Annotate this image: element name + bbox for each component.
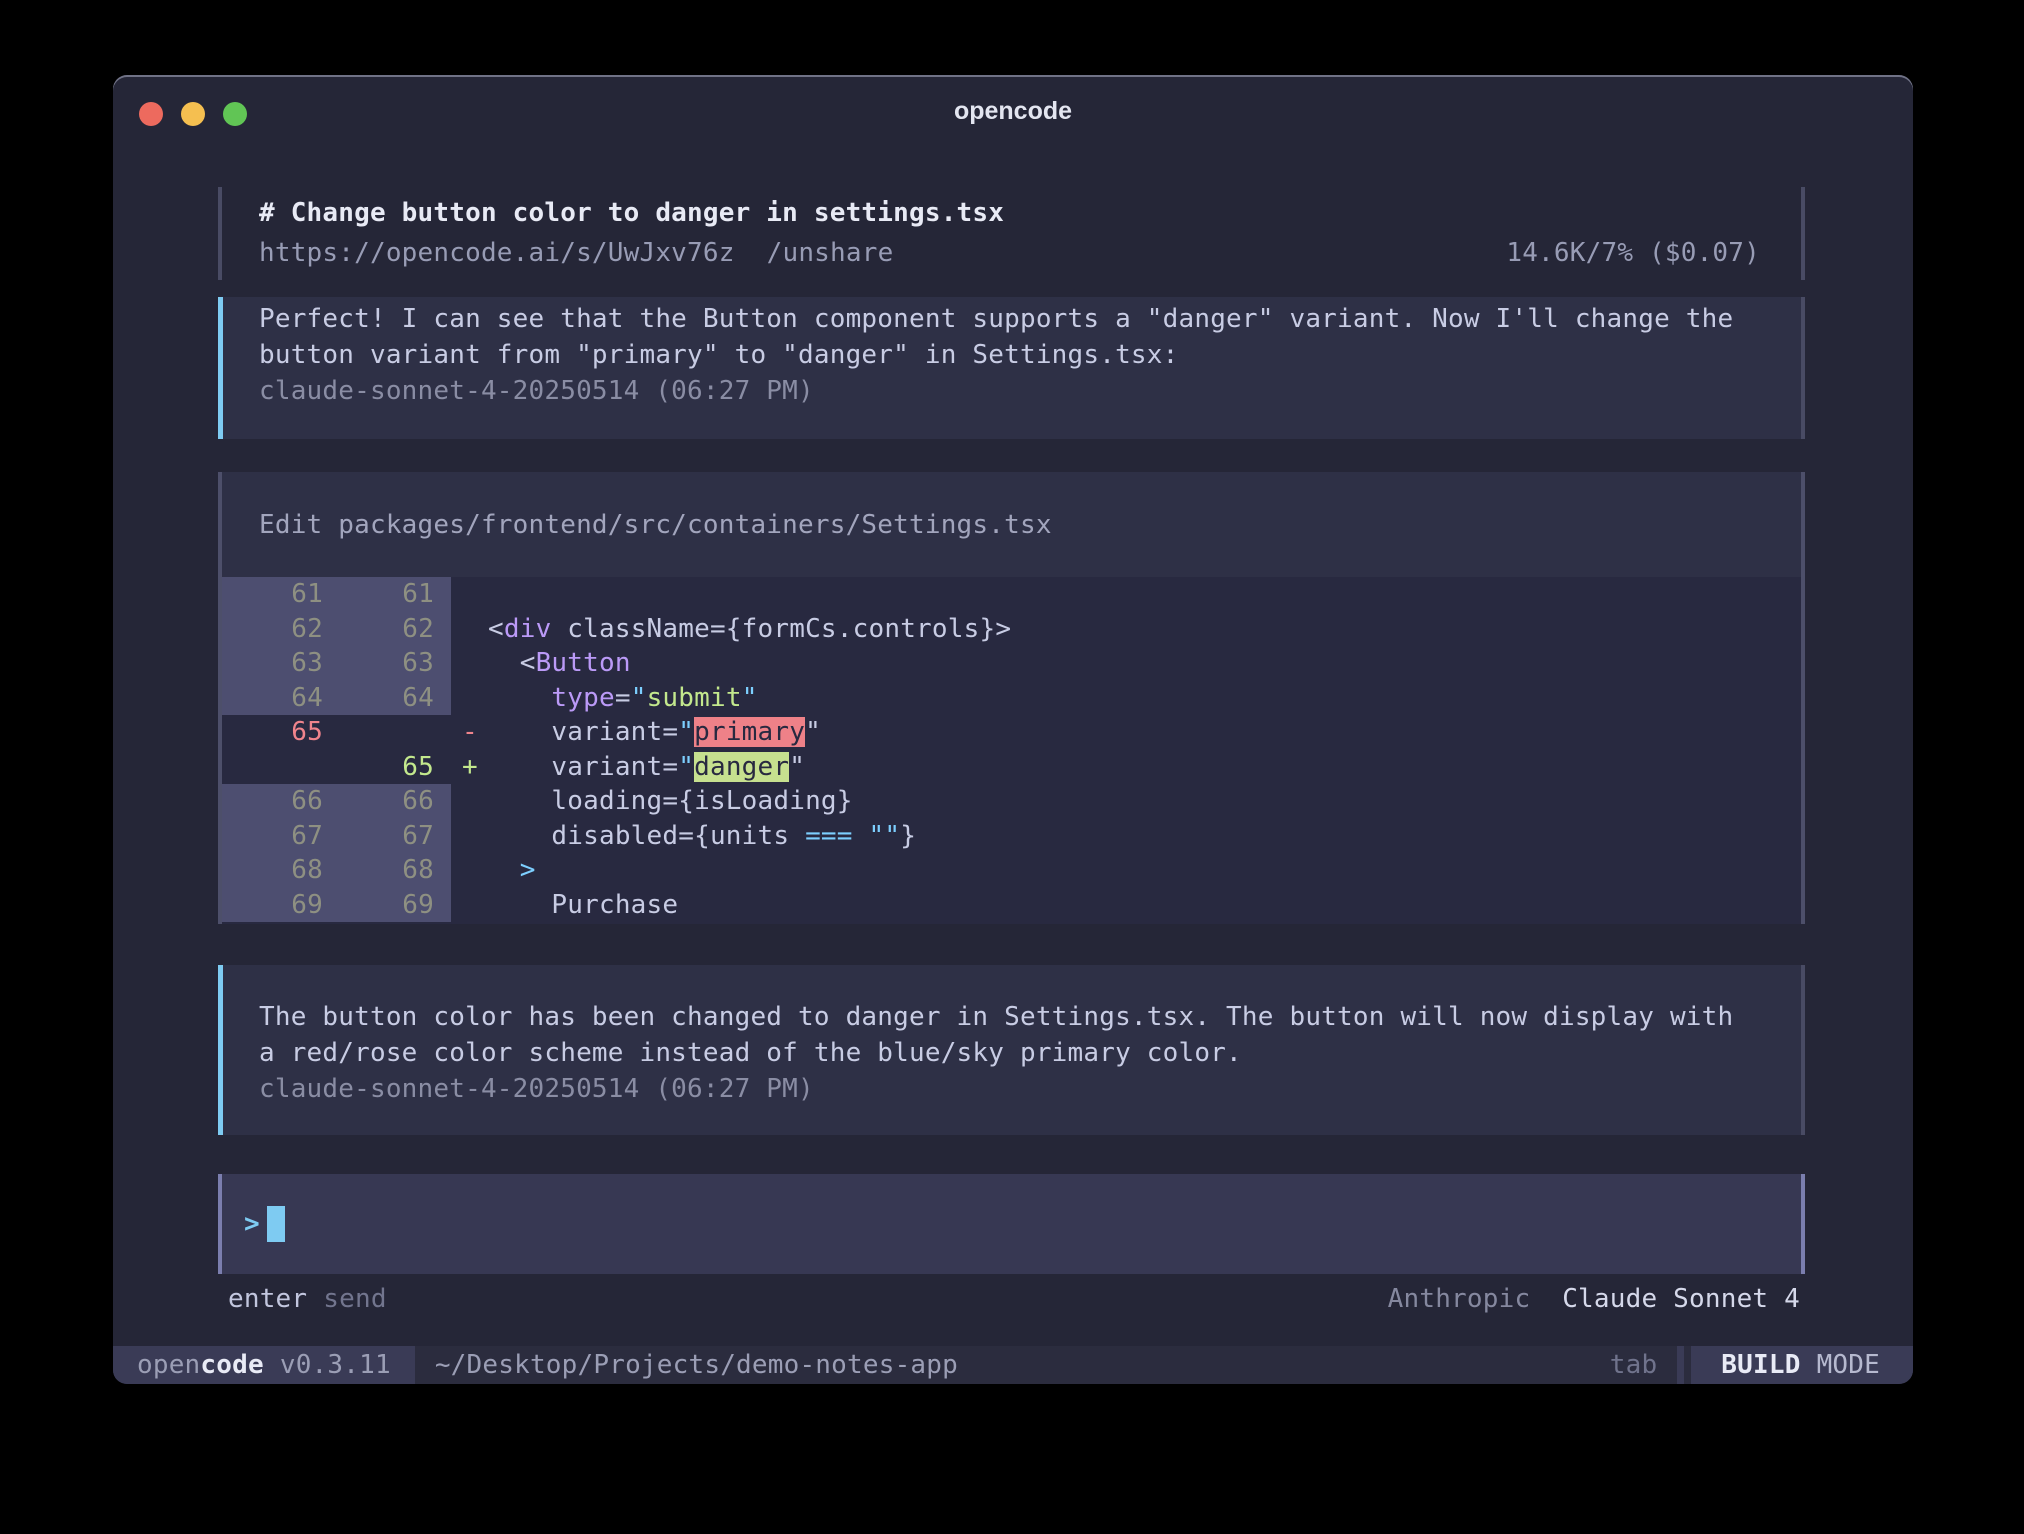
working-directory: ~/Desktop/Projects/demo-notes-app <box>435 1346 1610 1384</box>
tab-key-hint[interactable]: tab <box>1610 1346 1658 1384</box>
old-line-number: 67 <box>222 819 323 854</box>
code-line: <div className={formCs.controls}> <box>488 612 1801 647</box>
opencode-window: opencode # Change button color to danger… <box>113 75 1913 1384</box>
new-line-number: 65 <box>323 750 451 785</box>
context-usage: 14.6K/7% ($0.07) <box>1506 233 1760 273</box>
diff-marker <box>451 577 488 612</box>
unshare-command[interactable]: /unshare <box>767 233 894 273</box>
diff-row: 6666 loading={isLoading} <box>222 784 1801 819</box>
new-line-number: 68 <box>323 853 451 888</box>
code-line: variant="primary" <box>488 715 1801 750</box>
new-line-number: 69 <box>323 888 451 923</box>
diff-marker <box>451 819 488 854</box>
diff-row: 6969 Purchase <box>222 888 1801 923</box>
new-line-number: 64 <box>323 681 451 716</box>
assistant-message: Perfect! I can see that the Button compo… <box>218 297 1805 439</box>
diff-view: 61616262 <div className={formCs.controls}… <box>222 577 1801 924</box>
diff-row: 6868 > <box>222 853 1801 888</box>
app-version: v0.3.11 <box>280 1350 391 1380</box>
diff-row: 6262 <div className={formCs.controls}> <box>222 612 1801 647</box>
app-version-segment: opencode v0.3.11 <box>113 1346 415 1384</box>
old-line-number: 64 <box>222 681 323 716</box>
diff-marker <box>451 646 488 681</box>
new-line-number: 67 <box>323 819 451 854</box>
model-label[interactable]: Claude Sonnet 4 <box>1562 1284 1800 1314</box>
code-line: variant="danger" <box>488 750 1801 785</box>
message-line: Perfect! I can see that the Button compo… <box>259 301 1771 337</box>
diff-marker <box>451 888 488 923</box>
code-line <box>488 577 1801 612</box>
titlebar[interactable]: opencode <box>113 75 1913 137</box>
code-line: > <box>488 853 1801 888</box>
old-line-number: 61 <box>222 577 323 612</box>
app-name-code: code <box>200 1350 263 1380</box>
assistant-message: The button color has been changed to dan… <box>218 965 1805 1135</box>
diff-marker <box>451 612 488 647</box>
prompt-input[interactable]: > <box>218 1174 1805 1274</box>
diff-row: 65+ variant="danger" <box>222 750 1801 785</box>
code-line: loading={isLoading} <box>488 784 1801 819</box>
old-line-number: 63 <box>222 646 323 681</box>
status-bar: opencode v0.3.11 ~/Desktop/Projects/demo-… <box>113 1346 1913 1384</box>
provider-label: Anthropic <box>1388 1284 1531 1314</box>
diff-row: 6464 type="submit" <box>222 681 1801 716</box>
diff-marker <box>451 853 488 888</box>
diff-marker: + <box>451 750 488 785</box>
new-line-number: 61 <box>323 577 451 612</box>
enter-key-hint: enter <box>228 1281 307 1317</box>
text-cursor <box>267 1206 285 1242</box>
build-mode-badge[interactable]: BUILDMODE <box>1691 1346 1913 1384</box>
send-action-label: send <box>323 1281 386 1317</box>
old-line-number: 68 <box>222 853 323 888</box>
code-line: <Button <box>488 646 1801 681</box>
code-line: Purchase <box>488 888 1801 923</box>
diff-marker: - <box>451 715 488 750</box>
diff-marker <box>451 784 488 819</box>
new-line-number <box>323 715 451 750</box>
session-title: # Change button color to danger in setti… <box>259 193 1760 233</box>
message-meta: claude-sonnet-4-20250514 (06:27 PM) <box>259 1071 1771 1107</box>
old-line-number: 69 <box>222 888 323 923</box>
prompt-symbol: > <box>244 1209 260 1239</box>
diff-row: 6363 <Button <box>222 646 1801 681</box>
old-line-number: 66 <box>222 784 323 819</box>
old-line-number: 65 <box>222 715 323 750</box>
edit-tool-panel: Edit packages/frontend/src/containers/Se… <box>218 472 1805 924</box>
window-title: opencode <box>113 97 1913 126</box>
old-line-number: 62 <box>222 612 323 647</box>
code-line: disabled={units === ""} <box>488 819 1801 854</box>
diff-row: 65 - variant="primary" <box>222 715 1801 750</box>
app-name-open: open <box>137 1350 200 1380</box>
diff-marker <box>451 681 488 716</box>
message-line: The button color has been changed to dan… <box>259 999 1771 1035</box>
new-line-number: 62 <box>323 612 451 647</box>
helper-row: enter send Anthropic Claude Sonnet 4 <box>228 1281 1800 1317</box>
mode-divider <box>1677 1346 1684 1384</box>
new-line-number: 63 <box>323 646 451 681</box>
diff-row: 6161 <box>222 577 1801 612</box>
new-line-number: 66 <box>323 784 451 819</box>
code-line: type="submit" <box>488 681 1801 716</box>
message-meta: claude-sonnet-4-20250514 (06:27 PM) <box>259 373 1771 409</box>
old-line-number <box>222 750 323 785</box>
message-line: button variant from "primary" to "danger… <box>259 337 1771 373</box>
edit-tool-title: Edit packages/frontend/src/containers/Se… <box>222 472 1801 577</box>
message-line: a red/rose color scheme instead of the b… <box>259 1035 1771 1071</box>
diff-row: 6767 disabled={units === ""} <box>222 819 1801 854</box>
session-share-url[interactable]: https://opencode.ai/s/UwJxv76z <box>259 233 735 273</box>
session-header: # Change button color to danger in setti… <box>218 187 1805 280</box>
